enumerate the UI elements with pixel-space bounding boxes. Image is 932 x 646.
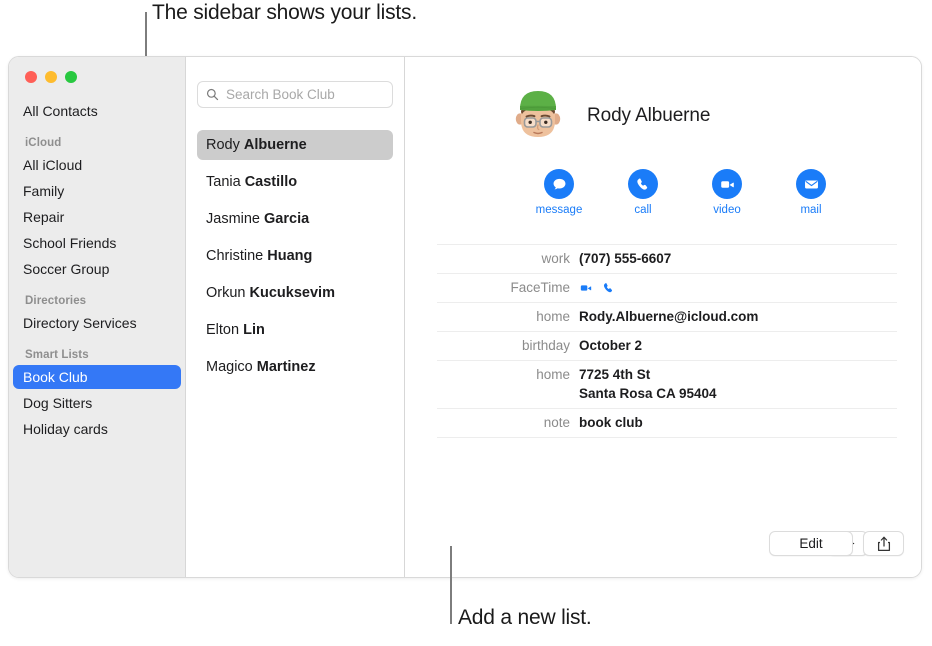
sidebar-group-header-directories: Directories: [25, 295, 87, 307]
action-label-mail: mail: [800, 204, 822, 216]
message-bubble-icon: [553, 178, 565, 189]
contact-first-name: Tania: [206, 174, 241, 190]
sidebar-list: All Contacts iCloud All iCloud Family Repair…: [9, 99, 185, 441]
share-icon: [877, 536, 890, 551]
contact-field-row: birthday October 2: [437, 332, 897, 361]
video-camera-icon: [720, 180, 734, 188]
contact-field-row: FaceTime: [437, 274, 897, 303]
maximize-button[interactable]: [65, 71, 77, 83]
sidebar-group-header-icloud: iCloud: [25, 137, 62, 149]
quick-action-row: message call video mail: [429, 169, 897, 216]
contact-field-value[interactable]: 7725 4th St Santa Rosa CA 95404: [579, 365, 717, 403]
sidebar: All Contacts iCloud All iCloud Family Repair…: [9, 57, 186, 577]
memoji-avatar-image: [515, 91, 561, 137]
facetime-video-icon: [580, 284, 592, 291]
contact-last-name: Martinez: [256, 359, 316, 375]
contact-first-name: Rody: [206, 137, 240, 153]
contact-field-row: home Rody.Albuerne@icloud.com: [437, 303, 897, 332]
contact-last-name: Albuerne: [243, 137, 307, 153]
sidebar-item-all-icloud[interactable]: All iCloud: [13, 153, 181, 177]
memoji-avatar[interactable]: [507, 85, 569, 147]
contact-last-name: Garcia: [264, 211, 310, 227]
contact-field-row: note book club: [437, 409, 897, 438]
contact-first-name: Jasmine: [206, 211, 260, 227]
contact-field-label: home: [536, 367, 570, 382]
search-icon: [206, 88, 219, 101]
contact-last-name: Lin: [243, 322, 265, 338]
facetime-audio-icon-button[interactable]: [602, 281, 616, 295]
contact-last-name: Kucuksevim: [249, 285, 335, 301]
contact-field-row: home 7725 4th St Santa Rosa CA 95404: [437, 361, 897, 409]
contact-field-value[interactable]: October 2: [579, 336, 642, 355]
contact-list-column: Search Book Club Rody Albuerne Tania Cast…: [186, 57, 405, 577]
annotation-bottom-text: Add a new list.: [458, 606, 592, 629]
action-label-call: call: [634, 204, 652, 216]
contact-header: Rody Albuerne: [429, 85, 897, 147]
contact-field-label: note: [543, 415, 570, 430]
edit-button[interactable]: Edit: [769, 531, 853, 556]
search-input[interactable]: Search Book Club: [197, 81, 393, 108]
contact-name: Rody Albuerne: [587, 105, 711, 126]
contact-list-item[interactable]: Rody Albuerne: [197, 130, 393, 160]
contacts-window: All Contacts iCloud All iCloud Family Repair…: [8, 56, 922, 578]
action-circle-call: [628, 169, 658, 199]
contact-first-name: Orkun: [206, 285, 246, 301]
contact-list-item[interactable]: Jasmine Garcia: [197, 204, 393, 234]
contact-field-value-icons: [579, 278, 616, 297]
contact-field-value[interactable]: Rody.Albuerne@icloud.com: [579, 307, 758, 326]
contact-list-item[interactable]: Tania Castillo: [197, 167, 393, 197]
annotation-top-text: The sidebar shows your lists.: [152, 1, 417, 24]
sidebar-item-holiday-cards[interactable]: Holiday cards: [13, 417, 181, 441]
action-label-video: video: [713, 204, 741, 216]
detail-action-buttons: Edit: [769, 531, 904, 556]
contact-list-item[interactable]: Elton Lin: [197, 315, 393, 345]
contact-first-name: Elton: [206, 322, 240, 338]
contact-field-value[interactable]: (707) 555-6607: [579, 249, 671, 268]
action-button-mail[interactable]: mail: [793, 169, 829, 216]
action-circle-video: [712, 169, 742, 199]
sidebar-item-all-contacts[interactable]: All Contacts: [13, 99, 181, 123]
contact-list-item[interactable]: Christine Huang: [197, 241, 393, 271]
contact-field-label: birthday: [521, 338, 570, 353]
contact-first-name: Magico: [206, 359, 253, 375]
sidebar-item-directory-services[interactable]: Directory Services: [13, 311, 181, 335]
contact-list-item[interactable]: Orkun Kucuksevim: [197, 278, 393, 308]
action-label-message: message: [535, 204, 583, 216]
facetime-video-icon-button[interactable]: [579, 281, 593, 295]
contact-field-label: home: [536, 309, 570, 324]
search-placeholder: Search Book Club: [226, 87, 335, 102]
sidebar-item-book-club[interactable]: Book Club: [13, 365, 181, 389]
contact-last-name: Castillo: [244, 174, 298, 190]
action-circle-mail: [796, 169, 826, 199]
window-traffic-lights: [25, 71, 77, 83]
action-circle-message: [544, 169, 574, 199]
contact-detail-pane: Rody Albuerne message call video mail work (…: [405, 57, 921, 577]
sidebar-item-repair[interactable]: Repair: [13, 205, 181, 229]
annotation-bottom-leader-line: [450, 546, 452, 624]
minimize-button[interactable]: [45, 71, 57, 83]
sidebar-item-family[interactable]: Family: [13, 179, 181, 203]
share-button[interactable]: [863, 531, 904, 556]
contact-field-label: FaceTime: [510, 280, 570, 295]
sidebar-group-header-smart-lists: Smart Lists: [25, 349, 89, 361]
sidebar-item-soccer-group[interactable]: Soccer Group: [13, 257, 181, 281]
close-button[interactable]: [25, 71, 37, 83]
contact-first-name: Christine: [206, 248, 264, 264]
contact-field-label: work: [541, 251, 570, 266]
action-button-call[interactable]: call: [625, 169, 661, 216]
contact-list-item[interactable]: Magico Martinez: [197, 352, 393, 382]
phone-icon: [636, 178, 647, 190]
envelope-icon: [804, 180, 818, 188]
contact-field-row: work (707) 555-6607: [437, 244, 897, 274]
sidebar-item-school-friends[interactable]: School Friends: [13, 231, 181, 255]
action-button-video[interactable]: video: [709, 169, 745, 216]
action-button-message[interactable]: message: [536, 169, 582, 216]
contact-field-value[interactable]: book club: [579, 413, 643, 432]
contact-last-name: Huang: [267, 248, 313, 264]
contact-fields: work (707) 555-6607 FaceTime home Rody.Albue…: [429, 244, 897, 438]
sidebar-item-dog-sitters[interactable]: Dog Sitters: [13, 391, 181, 415]
facetime-audio-icon: [603, 282, 613, 292]
contact-list: Rody Albuerne Tania Castillo Jasmine Garci…: [197, 130, 393, 382]
